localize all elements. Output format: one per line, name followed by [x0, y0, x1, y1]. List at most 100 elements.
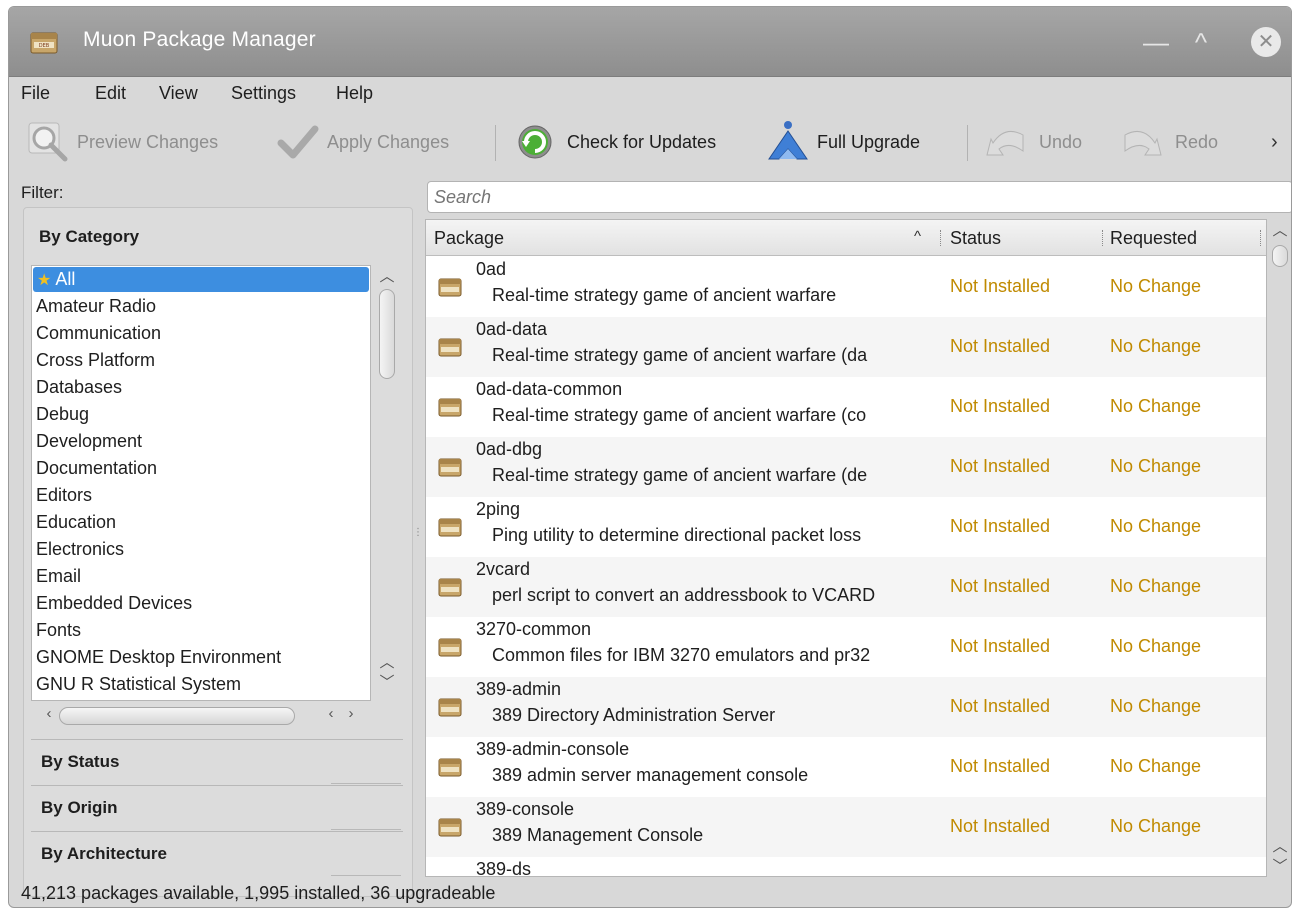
scroll-up-arrow-icon[interactable]: ︿ [1270, 219, 1290, 240]
package-description: perl script to convert an addressbook to… [492, 585, 876, 605]
package-name: 389-admin-console [476, 739, 630, 759]
scroll-left-arrow-icon[interactable]: ‹ [39, 705, 59, 722]
category-item[interactable]: Electronics [32, 536, 370, 563]
toolbar-overflow-chevron-icon[interactable]: › [1271, 131, 1278, 154]
table-row[interactable]: 0ad Real-time strategy game of ancient wa… [426, 257, 1266, 317]
package-status: Not Installed [950, 636, 1051, 656]
menu-help[interactable]: Help [336, 83, 373, 104]
table-row[interactable]: 389-admin-console 389 admin server manage… [426, 737, 1266, 797]
table-row[interactable]: 389-ds [426, 857, 1266, 877]
package-rows: 0ad Real-time strategy game of ancient wa… [426, 257, 1266, 877]
deb-package-icon [438, 278, 462, 297]
column-header-status[interactable]: Status [950, 228, 1001, 249]
by-status-header[interactable]: By Status [31, 739, 403, 784]
table-row[interactable]: 2ping Ping utility to determine direction… [426, 497, 1266, 557]
category-item[interactable]: GNOME Desktop Environment [32, 644, 370, 671]
category-item[interactable]: Email [32, 563, 370, 590]
close-button[interactable]: ✕ [1251, 27, 1281, 57]
splitter-handle[interactable]: ⋮ [413, 527, 423, 538]
category-item[interactable]: Databases [32, 374, 370, 401]
title-bar[interactable]: DEB Muon Package Manager — ^ ✕ [9, 7, 1291, 77]
by-category-header[interactable]: By Category [39, 227, 139, 247]
category-item[interactable]: Amateur Radio [32, 293, 370, 320]
deb-package-icon [438, 875, 462, 877]
package-status: Not Installed [950, 456, 1051, 476]
package-description: Real-time strategy game of ancient warfa… [492, 285, 837, 305]
check-for-updates-button[interactable]: Check for Updates [509, 119, 716, 165]
category-list: ★ All Amateur Radio Communication Cross … [31, 265, 371, 701]
deb-package-icon [438, 398, 462, 417]
scroll-left-arrow-icon[interactable]: ‹ [321, 705, 341, 722]
package-description: 389 Directory Administration Server [492, 705, 776, 725]
package-status: Not Installed [950, 336, 1051, 356]
category-item-all[interactable]: ★ All [33, 267, 369, 292]
package-name: 389-console [476, 799, 575, 819]
section-divider [331, 832, 401, 876]
table-row[interactable]: 3270-common Common files for IBM 3270 emu… [426, 617, 1266, 677]
column-resize-handle[interactable] [1102, 230, 1104, 246]
by-origin-header[interactable]: By Origin [31, 785, 403, 830]
redo-button[interactable]: Redo [1115, 119, 1218, 165]
category-item[interactable]: Embedded Devices [32, 590, 370, 617]
apply-changes-button[interactable]: Apply Changes [275, 119, 449, 165]
table-row[interactable]: 389-admin 389 Directory Administration Se… [426, 677, 1266, 737]
scroll-up-arrow-icon[interactable]: ︿ [377, 265, 397, 286]
package-status: Not Installed [950, 396, 1051, 416]
preview-changes-button[interactable]: Preview Changes [25, 119, 218, 165]
package-table: Package ^ Status Requested 0ad Real-time … [425, 219, 1267, 877]
by-architecture-header[interactable]: By Architecture [31, 831, 403, 876]
package-name: 0ad [476, 259, 507, 279]
column-resize-handle[interactable] [940, 230, 942, 246]
category-item[interactable]: Editors [32, 482, 370, 509]
scroll-up-arrow-icon[interactable]: ︿ [377, 651, 397, 672]
table-row[interactable]: 2vcard perl script to convert an addressb… [426, 557, 1266, 617]
deb-package-icon [438, 458, 462, 477]
scrollbar-thumb[interactable] [1272, 245, 1288, 267]
menu-settings[interactable]: Settings [231, 83, 296, 104]
package-name: 0ad-data-common [476, 379, 623, 399]
package-name: 3270-common [476, 619, 592, 639]
check-for-updates-label: Check for Updates [567, 131, 717, 152]
category-item[interactable]: Development [32, 428, 370, 455]
deb-package-icon [438, 578, 462, 597]
category-item[interactable]: Education [32, 509, 370, 536]
menu-file[interactable]: File [21, 83, 50, 104]
package-description: 389 Management Console [492, 825, 704, 845]
package-requested: No Change [1110, 456, 1202, 476]
undo-button[interactable]: Undo [979, 119, 1082, 165]
scroll-down-arrow-icon[interactable]: ﹀ [377, 671, 397, 692]
main-window: DEB Muon Package Manager — ^ ✕ File Edit… [8, 6, 1292, 908]
package-requested: No Change [1110, 756, 1202, 776]
category-vertical-scrollbar[interactable]: ︿ ︿ ﹀ [371, 265, 401, 701]
category-item[interactable]: Fonts [32, 617, 370, 644]
column-resize-handle[interactable] [1260, 230, 1262, 246]
column-header-package[interactable]: Package [434, 228, 504, 249]
category-item[interactable]: Communication [32, 320, 370, 347]
category-item[interactable]: Cross Platform [32, 347, 370, 374]
preview-magnifier-icon [28, 122, 68, 162]
table-row[interactable]: 389-console 389 Management Console Not Ins… [426, 797, 1266, 857]
package-vertical-scrollbar[interactable]: ︿ ︿ ﹀ [1267, 219, 1291, 877]
scroll-right-arrow-icon[interactable]: › [341, 705, 361, 722]
table-row[interactable]: 0ad-data-common Real-time strategy game o… [426, 377, 1266, 437]
full-upgrade-button[interactable]: Full Upgrade [765, 119, 920, 165]
category-item[interactable]: Debug [32, 401, 370, 428]
category-item[interactable]: GNU R Statistical System [32, 671, 370, 698]
by-origin-label: By Origin [41, 798, 118, 817]
category-horizontal-scrollbar-thumb[interactable] [59, 707, 295, 725]
table-row[interactable]: 0ad-dbg Real-time strategy game of ancien… [426, 437, 1266, 497]
menu-edit[interactable]: Edit [95, 83, 126, 104]
scrollbar-thumb[interactable] [379, 289, 395, 379]
package-requested: No Change [1110, 816, 1202, 836]
maximize-button[interactable]: ^ [1184, 25, 1218, 59]
table-row[interactable]: 0ad-data Real-time strategy game of ancie… [426, 317, 1266, 377]
search-input[interactable] [427, 181, 1291, 213]
scroll-up-arrow-icon[interactable]: ︿ [1270, 835, 1290, 856]
column-header-requested[interactable]: Requested [1110, 228, 1197, 249]
category-item[interactable]: Documentation [32, 455, 370, 482]
menu-view[interactable]: View [159, 83, 198, 104]
redo-label: Redo [1175, 131, 1219, 152]
package-description: 389 admin server management console [492, 765, 809, 785]
scroll-down-arrow-icon[interactable]: ﹀ [1270, 855, 1290, 876]
minimize-button[interactable]: — [1139, 25, 1173, 59]
